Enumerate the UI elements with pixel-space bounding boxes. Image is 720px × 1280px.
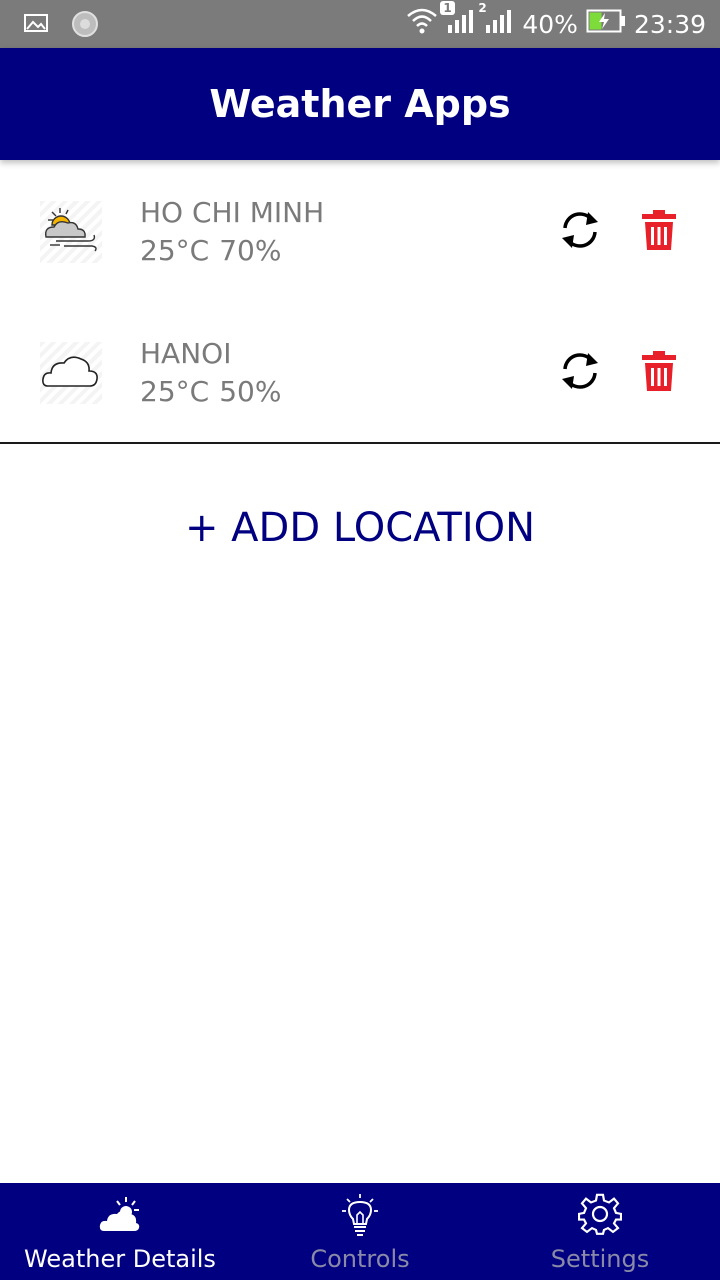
location-stats: 25°C 50% — [140, 375, 281, 408]
temperature: 25°C — [140, 375, 210, 408]
location-item[interactable]: HO CHI MINH 25°C 70% — [0, 160, 720, 301]
sim1-label: 1 — [440, 1, 455, 15]
screen: 1 2 40% 23:39 Weather Apps HO CHI MINH 2… — [0, 0, 720, 1280]
location-stats: 25°C 70% — [140, 234, 281, 267]
notification-icons — [22, 9, 100, 43]
temperature: 25°C — [140, 234, 210, 267]
sim2-label: 2 — [478, 1, 487, 15]
trash-icon — [642, 210, 676, 250]
refresh-icon — [562, 212, 598, 248]
add-location-button[interactable]: + ADD LOCATION — [0, 505, 720, 551]
sun-cloud-wind-icon — [40, 201, 102, 263]
gear-icon — [578, 1193, 622, 1237]
nav-label: Controls — [310, 1245, 410, 1273]
nav-label: Weather Details — [24, 1245, 216, 1273]
trash-icon — [642, 351, 676, 391]
delete-button[interactable] — [640, 349, 678, 393]
app-title: Weather Apps — [209, 82, 511, 126]
bottom-navigation: Weather Details Controls Settings — [0, 1183, 720, 1280]
lightbulb-icon — [338, 1193, 382, 1237]
humidity: 70% — [219, 234, 282, 267]
nav-item-weather-details[interactable]: Weather Details — [0, 1183, 240, 1280]
loading-spinner-icon — [70, 9, 100, 43]
refresh-button[interactable] — [558, 349, 602, 393]
nav-item-settings[interactable]: Settings — [480, 1183, 720, 1280]
cloud-sun-icon — [98, 1193, 142, 1237]
nav-label: Settings — [550, 1245, 650, 1273]
app-bar: Weather Apps — [0, 48, 720, 160]
sim2-signal-icon: 2 — [478, 1, 514, 41]
system-indicators: 1 2 40% 23:39 — [406, 0, 706, 48]
refresh-button[interactable] — [558, 208, 602, 252]
location-item[interactable]: HANOI 25°C 50% — [0, 301, 720, 442]
status-bar: 1 2 40% 23:39 — [0, 0, 720, 48]
delete-button[interactable] — [640, 208, 678, 252]
clock: 23:39 — [633, 9, 706, 39]
location-name: HO CHI MINH — [140, 196, 325, 229]
location-name: HANOI — [140, 337, 232, 370]
wifi-icon — [406, 6, 438, 42]
cloud-icon — [40, 342, 102, 404]
refresh-icon — [562, 353, 598, 389]
humidity: 50% — [219, 375, 282, 408]
battery-percent: 40% — [522, 9, 578, 39]
battery-charging-icon — [586, 8, 626, 40]
nav-item-controls[interactable]: Controls — [240, 1183, 480, 1280]
location-list: HO CHI MINH 25°C 70% HANOI 25°C 50% — [0, 160, 720, 444]
image-notification-icon — [22, 9, 50, 43]
sim1-signal-icon: 1 — [440, 1, 476, 41]
